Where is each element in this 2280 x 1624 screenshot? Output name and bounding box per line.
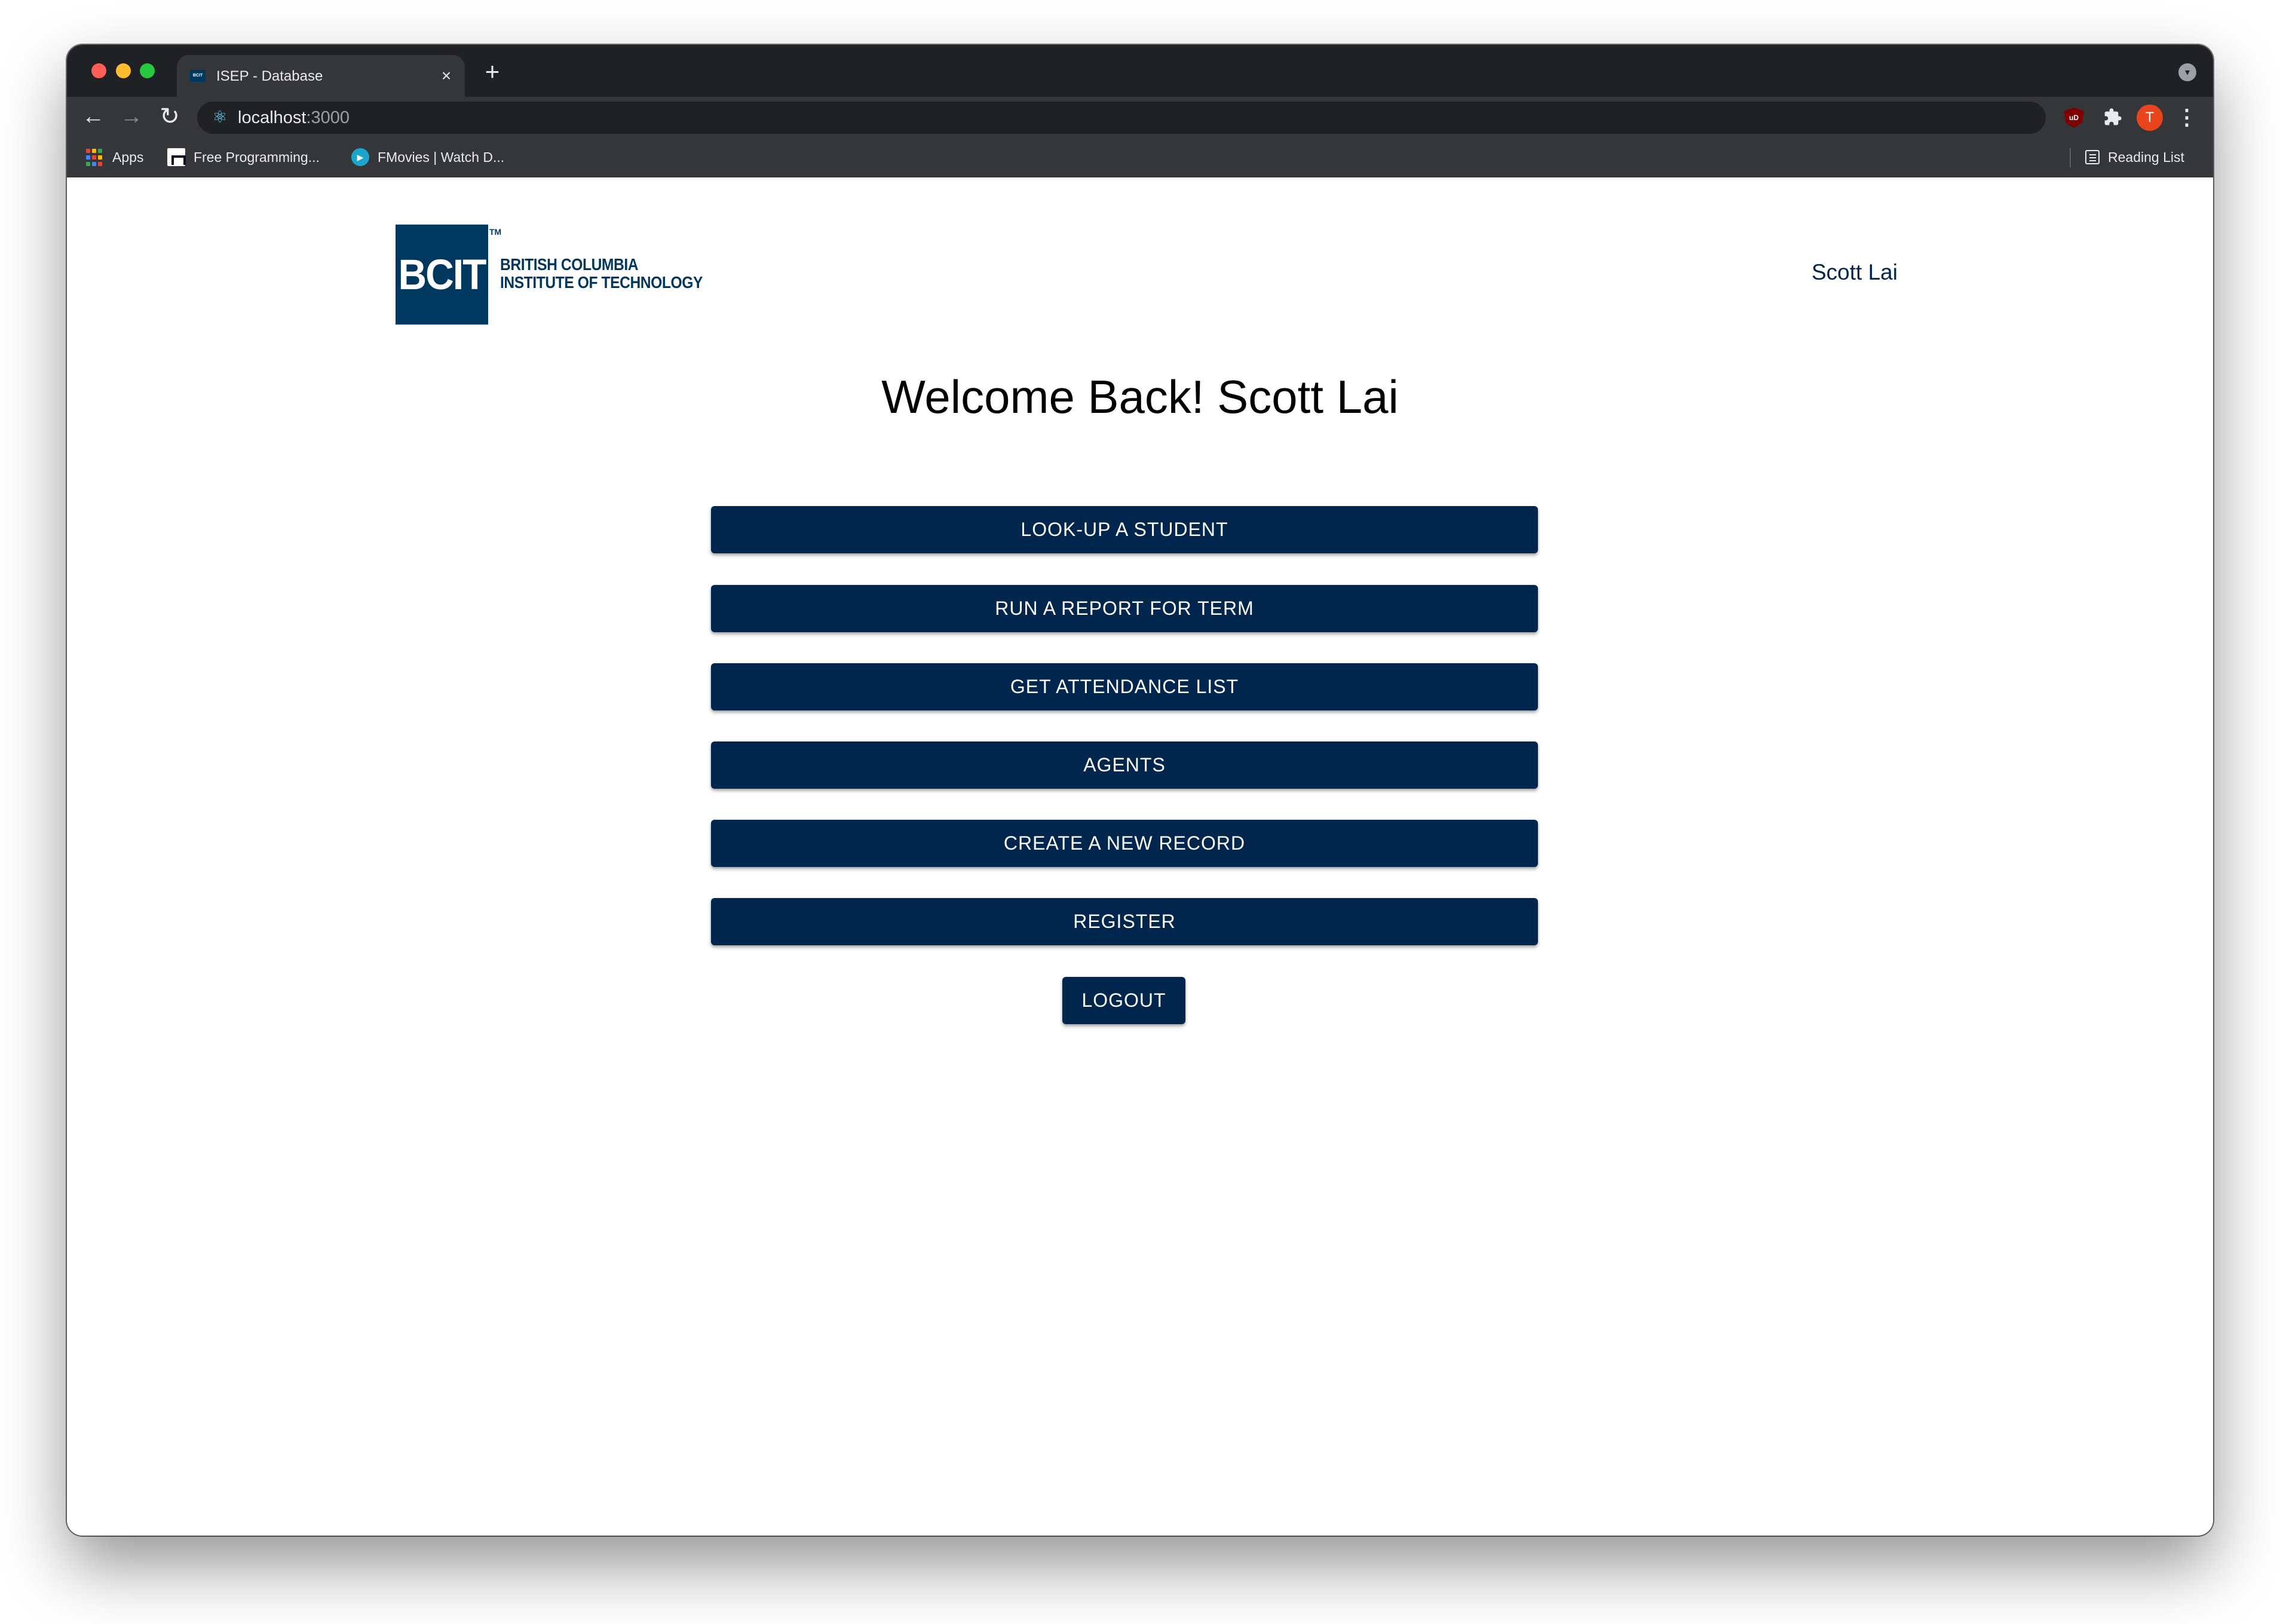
bookmark-label: Free Programming...: [194, 149, 320, 165]
lookup-student-button[interactable]: LOOK-UP A STUDENT: [711, 506, 1538, 553]
tab-search-icon[interactable]: ▾: [2178, 63, 2196, 81]
bookmark-apps[interactable]: Apps: [85, 145, 143, 169]
page-content: BCIT TM BRITISH COLUMBIA INSTITUTE OF TE…: [67, 177, 2213, 1536]
minimize-window-button[interactable]: [116, 63, 131, 78]
reading-list-button[interactable]: Reading List: [2085, 145, 2184, 169]
url-text[interactable]: localhost:3000: [238, 108, 350, 127]
logo-line-1: BRITISH COLUMBIA: [500, 255, 639, 274]
ublock-extension-icon[interactable]: uD: [2064, 108, 2084, 128]
extensions-puzzle-icon[interactable]: [2101, 105, 2125, 129]
forward-arrow-icon[interactable]: →: [117, 103, 146, 131]
reading-list-label: Reading List: [2108, 149, 2184, 165]
attendance-list-button[interactable]: GET ATTENDANCE LIST: [711, 663, 1538, 710]
play-icon: ▶: [351, 148, 369, 166]
bcit-logo-mark: BCIT: [396, 224, 488, 325]
bcit-logo[interactable]: BCIT TM BRITISH COLUMBIA INSTITUTE OF TE…: [396, 224, 730, 325]
reload-icon[interactable]: ↻: [155, 103, 184, 131]
bookmarks-bar: Apps Free Programming... ▶ FMovies | Wat…: [67, 137, 2213, 178]
back-arrow-icon[interactable]: ←: [79, 103, 108, 131]
apps-grid-icon: [85, 148, 104, 167]
browser-tab-active[interactable]: BCIT ISEP - Database ×: [177, 55, 465, 97]
browser-menu-icon[interactable]: ⋮: [2176, 104, 2198, 130]
register-button[interactable]: REGISTER: [711, 898, 1538, 945]
tab-strip: BCIT ISEP - Database × + ▾: [67, 45, 2213, 97]
reading-list-icon: [2085, 150, 2100, 164]
bcit-logo-text: BRITISH COLUMBIA INSTITUTE OF TECHNOLOGY: [500, 256, 703, 292]
bookmark-label: FMovies | Watch D...: [378, 149, 505, 165]
browser-toolbar: ← → ↻ ⚛ localhost:3000 uD T ⋮: [67, 97, 2213, 137]
url-host: localhost: [238, 108, 307, 127]
tab-title: ISEP - Database: [216, 68, 323, 84]
bookmark-fmovies[interactable]: ▶ FMovies | Watch D...: [351, 145, 504, 169]
close-tab-icon[interactable]: ×: [436, 66, 456, 86]
bcit-favicon-icon: BCIT: [190, 70, 206, 82]
new-tab-button[interactable]: +: [480, 59, 504, 84]
logo-line-2: INSTITUTE OF TECHNOLOGY: [500, 273, 703, 292]
freecodecamp-icon: [167, 148, 186, 166]
logout-button[interactable]: LOGOUT: [1062, 977, 1185, 1024]
browser-window: BCIT ISEP - Database × + ▾ ← → ↻ ⚛ local…: [67, 45, 2213, 1536]
bookmarks-divider: [2070, 148, 2071, 167]
bookmark-free-programming[interactable]: Free Programming...: [167, 145, 320, 169]
trademark-symbol: TM: [489, 227, 502, 237]
maximize-window-button[interactable]: [140, 63, 155, 78]
run-report-button[interactable]: RUN A REPORT FOR TERM: [711, 585, 1538, 632]
header-user-name[interactable]: Scott Lai: [1812, 260, 1898, 285]
close-window-button[interactable]: [91, 63, 106, 78]
create-record-button[interactable]: CREATE A NEW RECORD: [711, 820, 1538, 867]
bookmark-label: Apps: [112, 149, 144, 165]
address-bar[interactable]: ⚛ localhost:3000: [197, 102, 2046, 134]
url-port: :3000: [306, 108, 350, 127]
profile-avatar[interactable]: T: [2137, 105, 2163, 131]
agents-button[interactable]: AGENTS: [711, 741, 1538, 789]
react-site-icon[interactable]: ⚛: [210, 108, 229, 127]
welcome-heading: Welcome Back! Scott Lai: [881, 370, 1399, 423]
